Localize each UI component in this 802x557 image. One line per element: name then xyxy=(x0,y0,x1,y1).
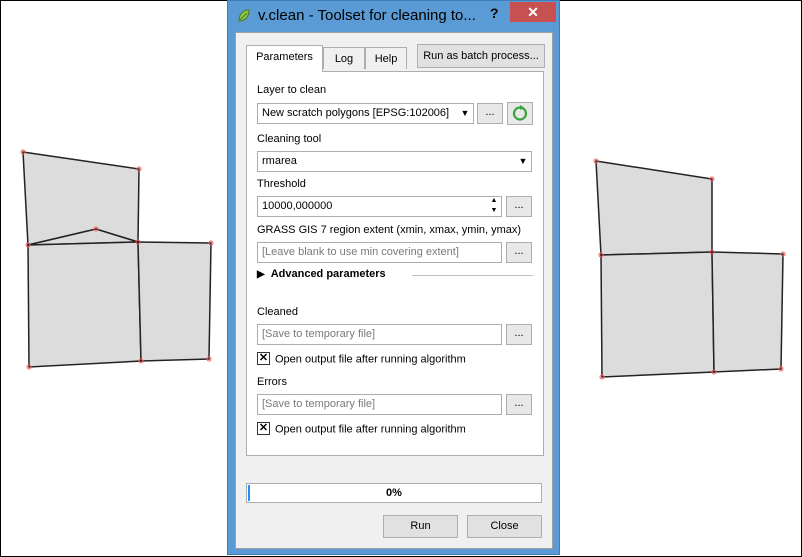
run-batch-button[interactable]: Run as batch process... xyxy=(417,44,545,68)
cleaned-output-placeholder: [Save to temporary file] xyxy=(262,328,376,340)
window-title: v.clean - Toolset for cleaning to... xyxy=(258,7,476,24)
cleaning-tool-label: Cleaning tool xyxy=(257,133,322,145)
map-view-after xyxy=(585,0,797,557)
errors-open-label: Open output file after running algorithm xyxy=(275,423,466,436)
progress-bar: 0% xyxy=(246,483,542,503)
help-icon[interactable]: ? xyxy=(490,5,499,21)
window-close-button[interactable]: ✕ xyxy=(510,2,556,22)
progress-fill xyxy=(248,485,250,501)
advanced-parameters-toggle[interactable]: ▶ Advanced parameters xyxy=(257,268,386,280)
dialog-client-area: Parameters Log Help Run as batch process… xyxy=(235,32,553,549)
errors-output-input[interactable]: [Save to temporary file] xyxy=(257,394,502,415)
tab-help[interactable]: Help xyxy=(365,47,407,69)
layer-to-clean-label: Layer to clean xyxy=(257,84,327,96)
region-extent-placeholder: [Leave blank to use min covering extent] xyxy=(262,246,459,258)
chevron-down-icon: ▼ xyxy=(518,156,528,166)
errors-browse-button[interactable]: ... xyxy=(506,394,532,415)
qgis-app-icon xyxy=(238,9,250,22)
layer-select-value: New scratch polygons [EPSG:102006] xyxy=(262,107,450,119)
checkbox-checked-icon[interactable]: ✕ xyxy=(257,422,270,435)
threshold-options-button[interactable]: ... xyxy=(506,196,532,217)
polygon-top-left xyxy=(22,151,140,246)
advanced-parameters-label: Advanced parameters xyxy=(270,268,386,280)
cleaning-tool-select[interactable]: rmarea ▼ xyxy=(257,151,532,172)
cleaned-open-checkbox[interactable]: ✕ Open output file after running algorith… xyxy=(257,352,466,366)
threshold-input[interactable]: 10000,000000 xyxy=(257,196,502,217)
progress-text: 0% xyxy=(386,487,402,499)
triangle-right-icon: ▶ xyxy=(257,269,265,280)
cleaned-browse-button[interactable]: ... xyxy=(506,324,532,345)
tab-parameters[interactable]: Parameters xyxy=(246,45,323,72)
polygons-after xyxy=(593,158,786,380)
polygon-bottom-left xyxy=(27,241,142,368)
chevron-down-icon: ▼ xyxy=(460,108,470,118)
layer-select[interactable]: New scratch polygons [EPSG:102006] ▼ xyxy=(257,103,474,124)
iterate-button[interactable] xyxy=(507,102,533,125)
checkbox-checked-icon[interactable]: ✕ xyxy=(257,352,270,365)
region-extent-label: GRASS GIS 7 region extent (xmin, xmax, y… xyxy=(257,224,522,236)
region-extent-button[interactable]: ... xyxy=(506,242,532,263)
cleaned-label: Cleaned xyxy=(257,306,298,318)
errors-output-placeholder: [Save to temporary file] xyxy=(262,398,376,410)
polygon-bottom-left xyxy=(600,251,715,378)
parameters-panel: Layer to clean New scratch polygons [EPS… xyxy=(246,71,544,456)
run-button[interactable]: Run xyxy=(383,515,458,538)
close-button[interactable]: Close xyxy=(467,515,542,538)
divider xyxy=(412,275,533,276)
region-extent-input[interactable]: [Leave blank to use min covering extent] xyxy=(257,242,502,263)
errors-open-checkbox[interactable]: ✕ Open output file after running algorith… xyxy=(257,422,466,436)
title-bar[interactable]: v.clean - Toolset for cleaning to... ? ✕ xyxy=(228,1,559,31)
polygon-right xyxy=(137,241,212,362)
layer-browse-button[interactable]: ... xyxy=(477,103,503,124)
errors-label: Errors xyxy=(257,376,287,388)
spin-up-icon[interactable]: ▲ xyxy=(487,196,501,206)
map-view-before xyxy=(8,0,223,557)
cleaning-tool-value: rmarea xyxy=(262,155,297,167)
tab-log[interactable]: Log xyxy=(323,47,365,69)
polygon-right xyxy=(711,251,784,373)
threshold-spinner[interactable]: ▲ ▼ xyxy=(487,196,501,217)
threshold-value: 10000,000000 xyxy=(262,200,333,212)
polygons-before xyxy=(20,149,214,370)
threshold-label: Threshold xyxy=(257,178,306,190)
spin-down-icon[interactable]: ▼ xyxy=(487,206,501,216)
vclean-dialog: v.clean - Toolset for cleaning to... ? ✕… xyxy=(227,0,560,555)
cleaned-open-label: Open output file after running algorithm xyxy=(275,353,466,366)
refresh-icon xyxy=(512,105,528,121)
polygon-top xyxy=(595,160,713,256)
cleaned-output-input[interactable]: [Save to temporary file] xyxy=(257,324,502,345)
